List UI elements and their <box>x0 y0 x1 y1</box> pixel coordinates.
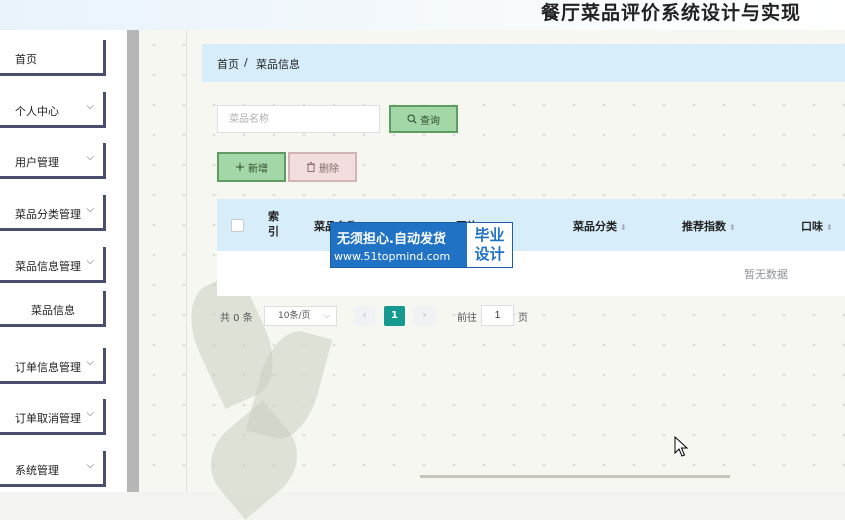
chevron-down-icon: ⌵ <box>86 152 94 163</box>
chevron-down-icon: ⌵ <box>86 357 94 368</box>
table-body: 暂无数据 <box>217 251 845 296</box>
add-button-label: 新增 <box>248 163 268 175</box>
column-taste[interactable]: 口味 ⬍ <box>801 218 833 234</box>
chevron-down-icon: ⌵ <box>86 256 94 267</box>
watermark-line1: 无须担心.自动发货 <box>337 232 446 247</box>
sidebar-item-profile[interactable]: 个人中心 ⌵ <box>0 92 106 128</box>
breadcrumb: 首页 / 菜品信息 <box>202 44 845 82</box>
add-button[interactable]: 新增 <box>217 152 286 182</box>
page-size-value: 10条/页 <box>278 311 311 321</box>
column-label: 菜品分类 <box>573 220 617 233</box>
column-recommend-index[interactable]: 推荐指数 ⬍ <box>682 218 736 234</box>
dish-name-search-input[interactable] <box>217 105 380 133</box>
content-border <box>186 30 187 492</box>
sidebar-item-label: 菜品分类管理 <box>15 208 81 221</box>
column-index: 索 引 <box>268 210 279 238</box>
sidebar-item-dish-info-mgmt[interactable]: 菜品信息管理 ⌵ <box>0 247 106 283</box>
chevron-down-icon: ⌵ <box>86 408 94 419</box>
column-dish-category[interactable]: 菜品分类 ⬍ <box>573 218 627 234</box>
chevron-down-icon: ⌵ <box>323 311 330 320</box>
watermark-right-line1: 毕业 <box>474 226 505 244</box>
sidebar-item-dish-category[interactable]: 菜品分类管理 ⌵ <box>0 195 106 231</box>
sidebar-item-label: 订单取消管理 <box>15 412 81 425</box>
watermark-banner: 无须担心.自动发货 www.51topmind.com 毕业 设计 <box>330 222 513 268</box>
delete-button[interactable]: 删除 <box>288 152 357 182</box>
trash-icon <box>307 162 315 172</box>
sidebar-item-users[interactable]: 用户管理 ⌵ <box>0 143 106 179</box>
watermark-right: 毕业 设计 <box>467 223 512 267</box>
breadcrumb-home[interactable]: 首页 <box>217 56 239 72</box>
sidebar-subitem-dish-info[interactable]: 菜品信息 <box>0 291 106 327</box>
sort-icon[interactable]: ⬍ <box>729 223 736 232</box>
sidebar-item-home[interactable]: 首页 <box>0 40 106 76</box>
delete-button-label: 删除 <box>319 163 339 175</box>
watermark-line2: www.51topmind.com <box>334 250 451 263</box>
top-header: 餐厅菜品评价系统设计与实现 <box>0 0 845 30</box>
mouse-cursor-icon <box>674 436 688 457</box>
chevron-down-icon: ⌵ <box>86 101 94 112</box>
sidebar-item-order-cancel[interactable]: 订单取消管理 ⌵ <box>0 399 106 435</box>
watermark-right-line2: 设计 <box>474 245 505 263</box>
sidebar-item-system[interactable]: 系统管理 ⌵ <box>0 451 106 487</box>
app-title: 餐厅菜品评价系统设计与实现 <box>540 2 801 24</box>
sidebar-item-label: 菜品信息管理 <box>15 260 81 273</box>
page-size-select[interactable]: 10条/页 ⌵ <box>264 306 337 326</box>
sort-icon[interactable]: ⬍ <box>620 223 627 232</box>
chevron-down-icon: ⌵ <box>86 204 94 215</box>
sidebar: 首页 个人中心 ⌵ 用户管理 ⌵ 菜品分类管理 ⌵ 菜品信息管理 ⌵ 菜品信息 … <box>0 30 127 492</box>
goto-unit: 页 <box>518 313 528 324</box>
chevron-down-icon: ⌵ <box>86 460 94 471</box>
plus-icon <box>236 163 244 171</box>
sidebar-item-label: 用户管理 <box>15 156 59 169</box>
next-page-button[interactable]: › <box>414 306 435 326</box>
goto-label: 前往 <box>457 313 477 324</box>
prev-page-button[interactable]: ‹ <box>354 306 375 326</box>
sort-icon[interactable]: ⬍ <box>826 223 833 232</box>
column-label: 口味 <box>801 220 823 233</box>
decorative-line <box>420 475 730 478</box>
pagination-total: 共 0 条 <box>220 313 253 324</box>
sidebar-item-label: 菜品信息 <box>31 304 75 317</box>
sidebar-scrollbar[interactable] <box>127 30 139 492</box>
sidebar-item-label: 订单信息管理 <box>15 361 81 374</box>
column-label: 推荐指数 <box>682 220 726 233</box>
breadcrumb-separator: / <box>244 56 248 69</box>
query-button-label: 查询 <box>420 115 440 127</box>
empty-text: 暂无数据 <box>744 268 788 281</box>
table-header: 索 引 菜品名称⬍ 图片⬍ 菜品分类⬍ 推荐指数⬍ 口味⬍ <box>217 199 845 251</box>
goto-page-input[interactable] <box>481 305 514 326</box>
watermark-left: 无须担心.自动发货 www.51topmind.com <box>331 223 467 267</box>
search-icon <box>407 114 417 124</box>
sidebar-item-label: 首页 <box>15 53 37 66</box>
sidebar-item-label: 个人中心 <box>15 105 59 118</box>
current-page-button[interactable]: 1 <box>384 306 405 326</box>
sidebar-item-label: 系统管理 <box>15 464 59 477</box>
breadcrumb-current: 菜品信息 <box>256 58 300 71</box>
query-button[interactable]: 查询 <box>389 105 458 133</box>
select-all-checkbox[interactable] <box>231 219 244 232</box>
sidebar-item-orders[interactable]: 订单信息管理 ⌵ <box>0 348 106 384</box>
